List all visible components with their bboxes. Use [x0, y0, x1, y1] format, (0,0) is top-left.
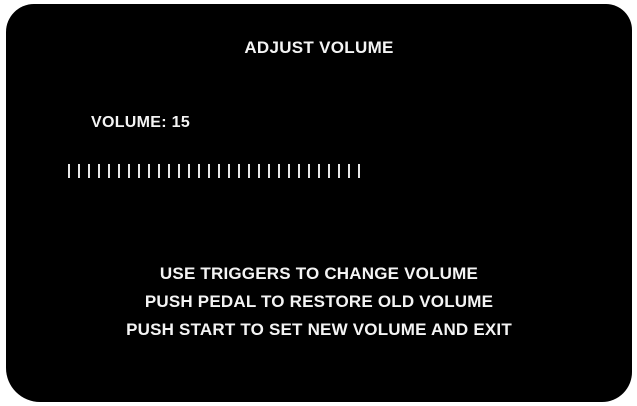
volume-bar-tick: [328, 164, 330, 178]
volume-readout: VOLUME: 15: [91, 114, 190, 132]
volume-bar-tick: [278, 164, 280, 178]
volume-bar-tick: [298, 164, 300, 178]
volume-bar-tick: [218, 164, 220, 178]
volume-bar-tick: [268, 164, 270, 178]
instruction-line-start: PUSH START TO SET NEW VOLUME AND EXIT: [126, 320, 512, 339]
volume-bar-tick: [258, 164, 260, 178]
volume-bar: [68, 164, 360, 178]
volume-bar-tick: [98, 164, 100, 178]
volume-bar-tick: [128, 164, 130, 178]
volume-bar-tick: [338, 164, 340, 178]
instruction-line-triggers: USE TRIGGERS TO CHANGE VOLUME: [159, 264, 479, 283]
volume-bar-tick: [308, 164, 310, 178]
volume-bar-tick: [68, 164, 70, 178]
volume-bar-tick: [138, 164, 140, 178]
instruction-line-pedal: PUSH PEDAL TO RESTORE OLD VOLUME: [144, 292, 494, 311]
volume-bar-tick: [348, 164, 350, 178]
volume-bar-tick: [118, 164, 120, 178]
volume-bar-tick: [318, 164, 320, 178]
volume-bar-tick: [108, 164, 110, 178]
volume-bar-tick: [228, 164, 230, 178]
volume-bar-tick: [248, 164, 250, 178]
volume-bar-tick: [288, 164, 290, 178]
volume-bar-tick: [168, 164, 170, 178]
volume-bar-tick: [188, 164, 190, 178]
volume-bar-tick: [358, 164, 360, 178]
volume-adjust-screen: ADJUST VOLUME VOLUME: 15 USE TRIGGERS TO…: [6, 4, 632, 402]
volume-label: VOLUME:: [91, 114, 167, 131]
instructions: USE TRIGGERS TO CHANGE VOLUME PUSH PEDAL…: [6, 260, 632, 344]
volume-bar-tick: [238, 164, 240, 178]
volume-bar-tick: [208, 164, 210, 178]
volume-bar-tick: [88, 164, 90, 178]
volume-bar-tick: [178, 164, 180, 178]
volume-bar-tick: [148, 164, 150, 178]
screen-title: ADJUST VOLUME: [244, 38, 394, 57]
volume-bar-tick: [198, 164, 200, 178]
volume-bar-tick: [78, 164, 80, 178]
volume-value: 15: [171, 114, 191, 131]
volume-bar-tick: [158, 164, 160, 178]
